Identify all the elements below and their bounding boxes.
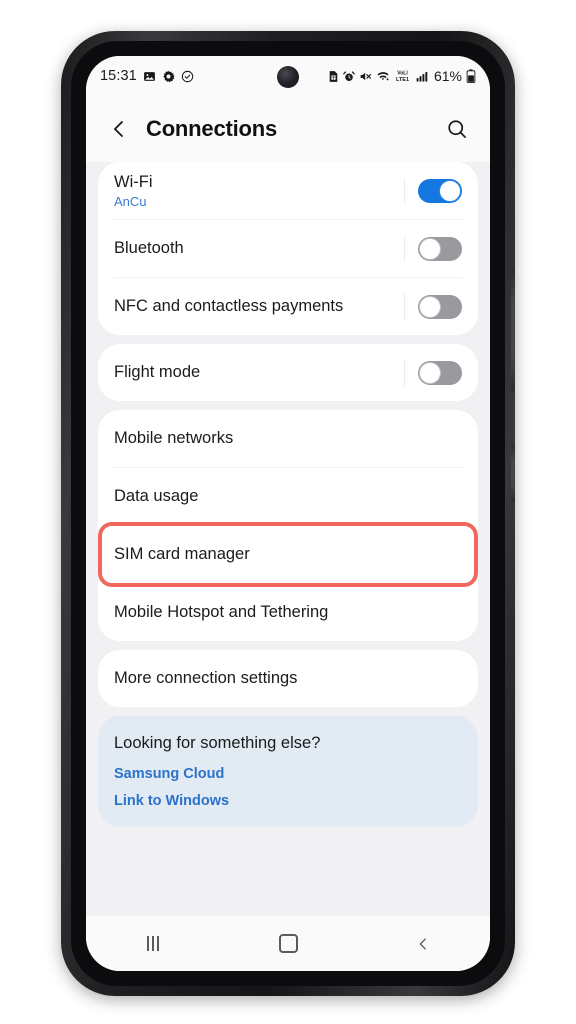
nav-back-chevron-icon[interactable]	[355, 916, 490, 971]
toggle-area	[404, 235, 462, 262]
toggle-separator	[404, 177, 405, 204]
status-bar: 15:31 VoLl LTE1 61%	[86, 56, 490, 96]
home-icon[interactable]	[221, 916, 356, 971]
battery-percent-label: 61%	[433, 68, 462, 84]
wifi-icon	[376, 70, 390, 83]
screenshot-root: 15:31 VoLl LTE1 61% Connections Wi-Fi An…	[0, 0, 576, 1024]
recents-icon[interactable]	[86, 916, 221, 971]
bluetooth-toggle[interactable]	[418, 236, 462, 261]
toggle-separator	[404, 359, 405, 386]
front-camera-punchhole	[277, 66, 299, 88]
settings-row-nfc[interactable]: NFC and contactless payments	[98, 278, 478, 335]
row-labels: Data usage	[114, 486, 462, 507]
volte-lte1-icon: VoLl LTE1	[394, 69, 411, 84]
toggle-separator	[404, 235, 405, 262]
sim-card-icon	[328, 70, 339, 83]
recents-glyph	[147, 936, 160, 951]
signal-bars-icon	[415, 70, 429, 83]
row-labels: Bluetooth	[114, 238, 404, 259]
app-bar: Connections	[86, 96, 490, 162]
search-icon[interactable]	[440, 112, 474, 146]
settings-group-more: More connection settings	[98, 650, 478, 707]
toggle-area	[404, 177, 462, 204]
row-title: SIM card manager	[114, 545, 250, 564]
status-bar-right: VoLl LTE1 61%	[328, 68, 476, 84]
toggle-knob	[419, 295, 441, 318]
toggle-knob	[419, 361, 441, 384]
navigation-bar	[86, 916, 490, 971]
settings-row-sim-card-manager[interactable]: SIM card manager	[98, 526, 478, 583]
row-title: Bluetooth	[114, 239, 184, 258]
toggle-knob	[419, 237, 441, 260]
status-clock: 15:31	[100, 68, 137, 84]
settings-group-mobile: Mobile networks Data usage SIM card mana…	[98, 410, 478, 641]
toggle-separator	[404, 293, 405, 320]
row-labels: Mobile Hotspot and Tethering	[114, 602, 462, 623]
row-labels: Flight mode	[114, 362, 404, 383]
home-glyph	[278, 934, 298, 953]
row-title: Wi-Fi	[114, 172, 153, 191]
settings-row-wifi[interactable]: Wi-Fi AnCu	[98, 162, 478, 219]
row-subtitle: AnCu	[114, 194, 147, 210]
alarm-icon	[343, 70, 355, 83]
nfc-toggle[interactable]	[418, 294, 462, 319]
settings-list[interactable]: Wi-Fi AnCu Bluetooth NFC and contactless…	[86, 162, 490, 916]
settings-group-flight: Flight mode	[98, 344, 478, 401]
row-labels: Mobile networks	[114, 428, 462, 449]
battery-icon	[466, 69, 476, 83]
row-labels: More connection settings	[114, 668, 462, 689]
settings-gear-icon	[162, 70, 175, 83]
status-bar-left: 15:31	[100, 68, 194, 84]
back-chevron-icon[interactable]	[102, 112, 136, 146]
row-labels: NFC and contactless payments	[114, 296, 404, 317]
phone-screen: 15:31 VoLl LTE1 61% Connections Wi-Fi An…	[86, 56, 490, 971]
svg-text:VoLl: VoLl	[397, 71, 408, 77]
settings-row-mobile-networks[interactable]: Mobile networks	[98, 410, 478, 467]
volume-button[interactable]	[511, 268, 515, 392]
mute-icon	[359, 70, 372, 83]
shield-check-icon	[181, 70, 194, 83]
page-title: Connections	[146, 116, 278, 141]
settings-row-data-usage[interactable]: Data usage	[98, 468, 478, 525]
row-title: Flight mode	[114, 363, 201, 382]
settings-row-flight-mode[interactable]: Flight mode	[98, 344, 478, 401]
wifi-toggle[interactable]	[418, 178, 462, 203]
toggle-knob	[439, 179, 461, 202]
settings-group-wireless: Wi-Fi AnCu Bluetooth NFC and contactless…	[98, 162, 478, 335]
looking-for-something-else-card: Looking for something else? Samsung Clou…	[98, 716, 478, 827]
link-samsung-cloud[interactable]: Samsung Cloud	[114, 766, 462, 782]
row-title: NFC and contactless payments	[114, 297, 344, 316]
flight-mode-toggle[interactable]	[418, 360, 462, 385]
link-link-to-windows[interactable]: Link to Windows	[114, 793, 462, 809]
toggle-area	[404, 359, 462, 386]
row-labels: SIM card manager	[114, 544, 462, 565]
photo-icon	[143, 70, 156, 83]
hint-card-title: Looking for something else?	[114, 734, 321, 752]
row-title: Mobile Hotspot and Tethering	[114, 603, 329, 622]
row-title: More connection settings	[114, 669, 298, 688]
row-title: Data usage	[114, 487, 199, 506]
settings-row-hotspot-tethering[interactable]: Mobile Hotspot and Tethering	[98, 584, 478, 641]
row-labels: Wi-Fi AnCu	[114, 172, 404, 210]
settings-row-more-connection-settings[interactable]: More connection settings	[98, 650, 478, 707]
settings-row-bluetooth[interactable]: Bluetooth	[98, 220, 478, 277]
power-button[interactable]	[511, 444, 515, 502]
row-title: Mobile networks	[114, 429, 234, 448]
toggle-area	[404, 293, 462, 320]
svg-text:LTE1: LTE1	[396, 77, 409, 83]
